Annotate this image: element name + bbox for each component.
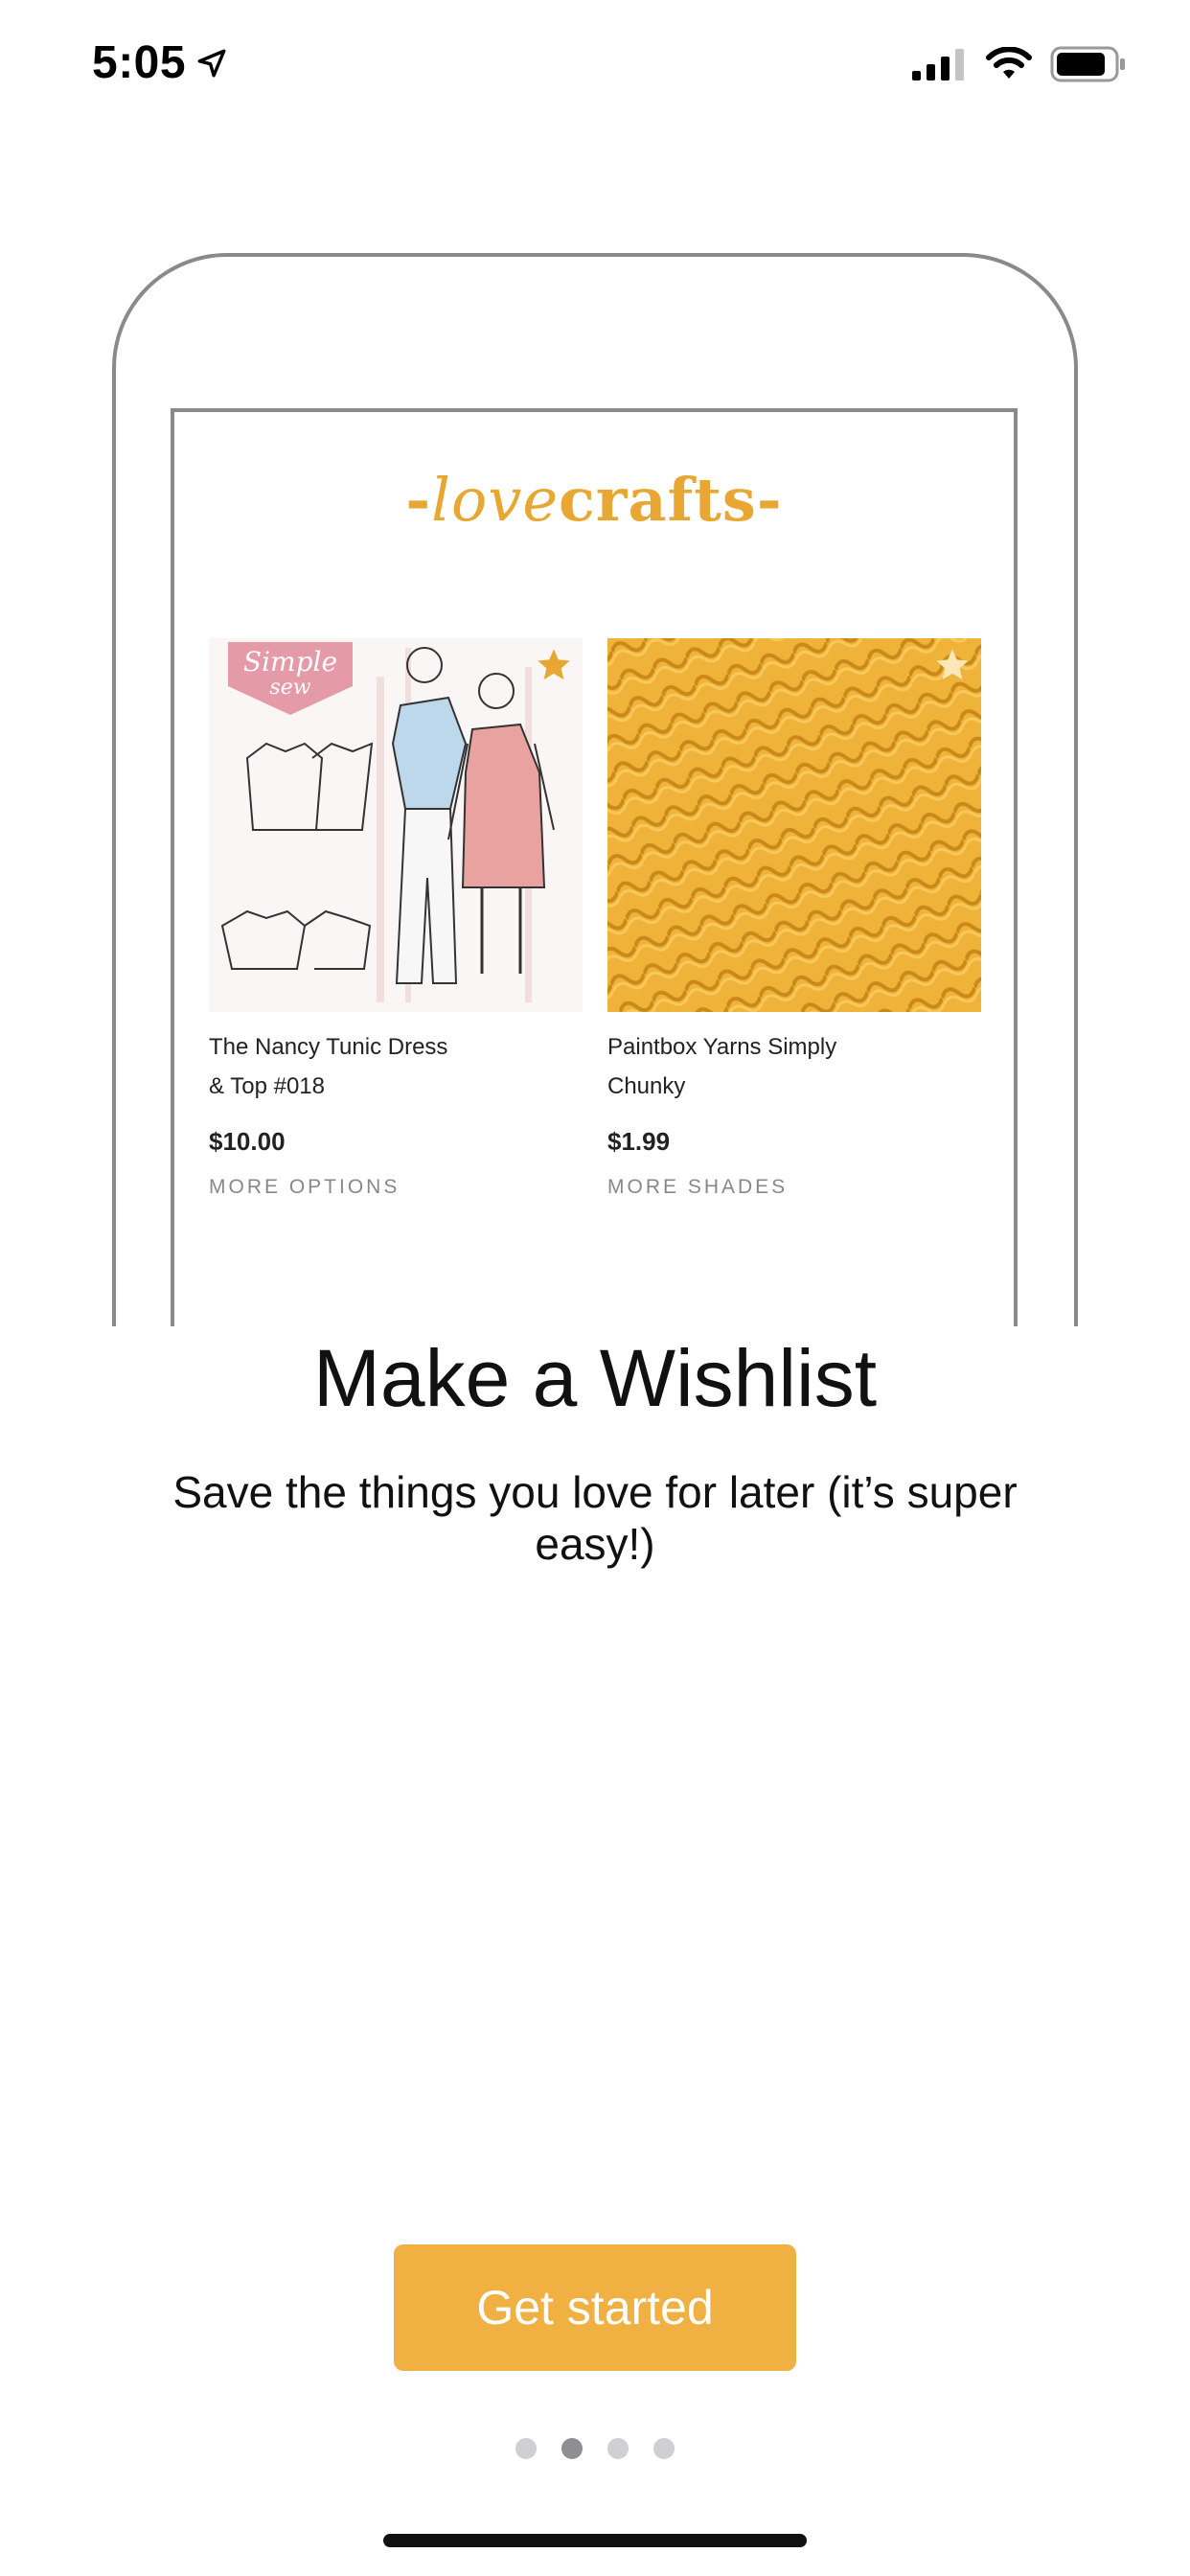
page-dot-1[interactable] <box>515 2438 537 2459</box>
onboarding-subtitle: Save the things you love for later (it’s… <box>172 1467 1018 1569</box>
svg-text:Simple: Simple <box>243 646 337 678</box>
yarn-texture-image <box>607 638 981 1012</box>
cellular-signal-icon <box>912 49 964 80</box>
get-started-button[interactable]: Get started <box>394 2244 796 2371</box>
status-bar: 5:05 <box>0 0 1190 126</box>
product-card-paintbox-yarns: Paintbox Yarns Simply Chunky $1.99 MORE … <box>607 638 981 1199</box>
location-arrow-icon <box>197 49 226 77</box>
battery-icon <box>1050 46 1125 82</box>
star-icon[interactable] <box>933 646 972 684</box>
more-options-link: MORE OPTIONS <box>209 1176 400 1198</box>
wifi-icon <box>986 47 1032 79</box>
page-indicator[interactable] <box>0 2438 1190 2459</box>
more-shades-link: MORE SHADES <box>607 1176 789 1198</box>
product-image-pattern: Simple sew <box>209 638 583 1012</box>
status-time: 5:05 <box>92 36 228 89</box>
status-icons <box>912 46 1127 82</box>
product-title: The Nancy Tunic Dress & Top #018 <box>209 1034 448 1099</box>
lovecrafts-logo: - love crafts - <box>405 464 783 535</box>
star-icon[interactable] <box>535 646 573 684</box>
page-dot-3[interactable] <box>607 2438 629 2459</box>
status-time-text: 5:05 <box>92 37 187 88</box>
home-indicator[interactable] <box>383 2534 807 2547</box>
product-title: Paintbox Yarns Simply Chunky <box>607 1034 837 1099</box>
product-price: $1.99 <box>607 1127 671 1156</box>
page-dot-4[interactable] <box>653 2438 675 2459</box>
svg-text:sew: sew <box>269 676 310 700</box>
product-price: $10.00 <box>209 1127 286 1156</box>
product-image-yarn <box>607 638 981 1012</box>
product-card-nancy-tunic: Simple sew The Nancy Tunic Dress & Top #… <box>209 638 583 1199</box>
page-dot-2-active[interactable] <box>561 2438 583 2459</box>
dress-pattern-illustration: Simple sew <box>209 638 583 1012</box>
onboarding-title: Make a Wishlist <box>312 1333 878 1423</box>
